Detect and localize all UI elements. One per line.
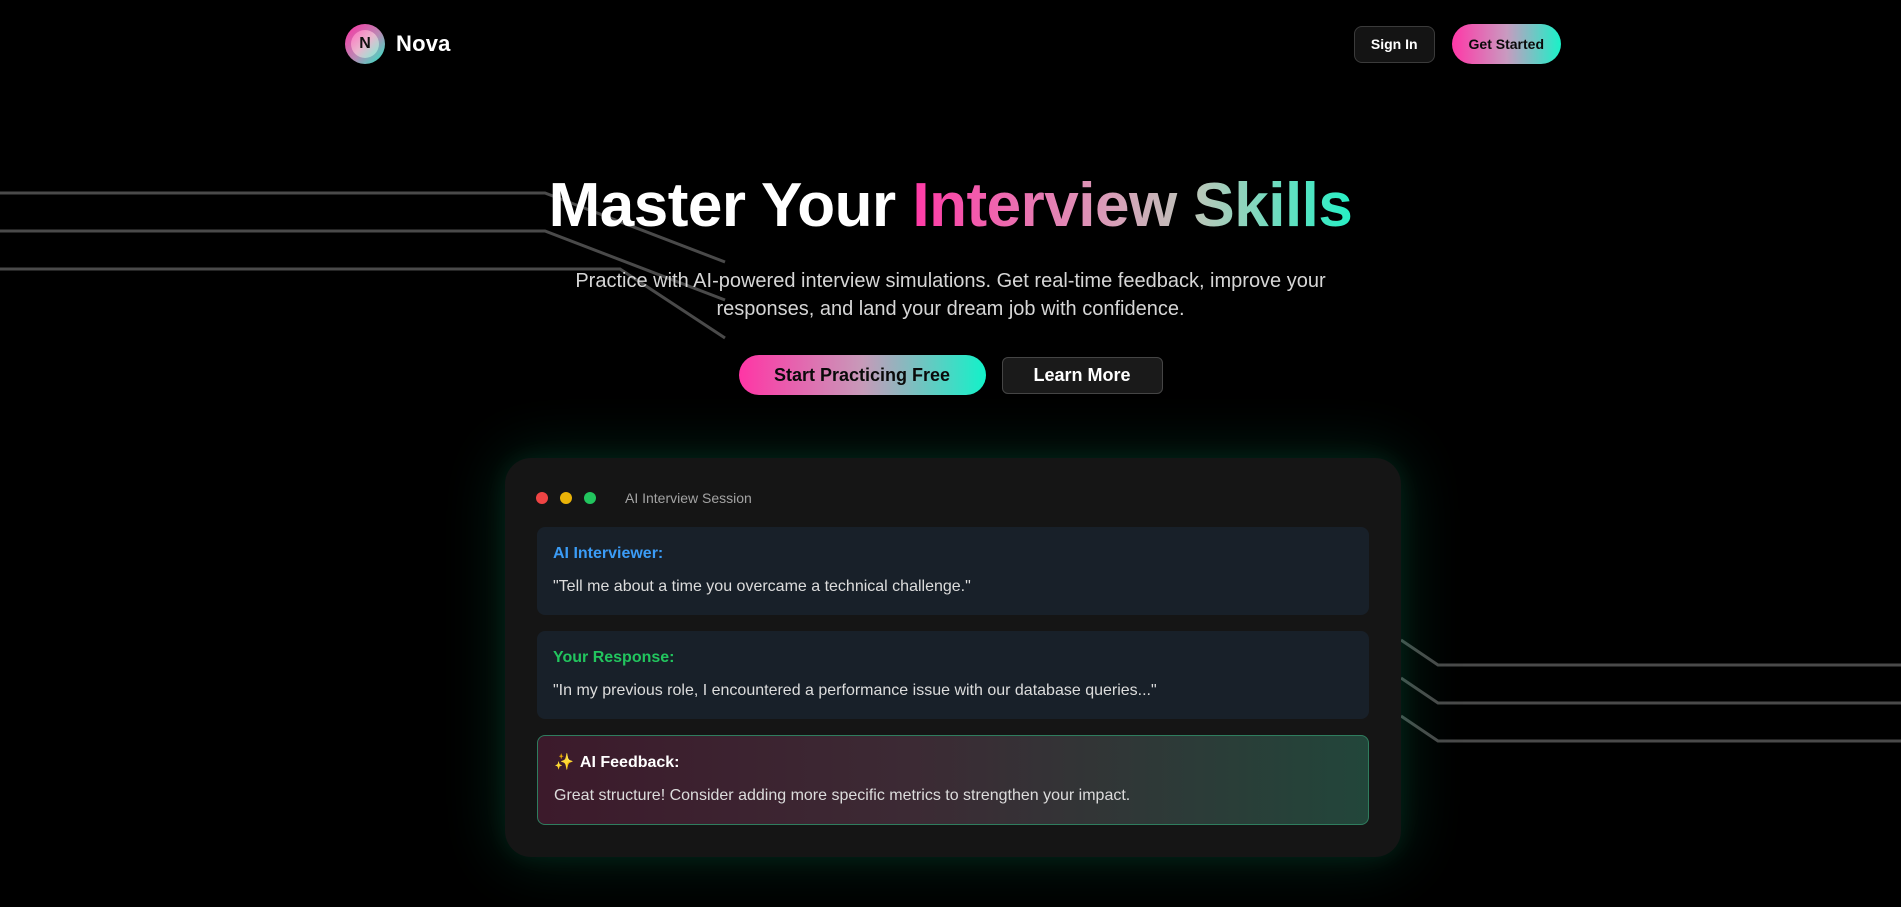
feedback-label: AI Feedback: [579, 754, 680, 771]
get-started-button[interactable]: Get Started [1451, 24, 1561, 64]
response-label: Your Response: [553, 649, 675, 666]
window-maximize-dot-icon [584, 492, 596, 504]
hero-cta-row: Start Practicing Free Learn More [0, 355, 1901, 395]
sparkles-icon: ✨ [554, 754, 574, 771]
feedback-label-row: ✨ AI Feedback: [554, 754, 1352, 772]
feedback-text: Great structure! Consider adding more sp… [554, 787, 1131, 804]
top-nav: N Nova Sign In Get Started [345, 24, 1561, 64]
nav-actions: Sign In Get Started [1353, 24, 1561, 64]
window-minimize-dot-icon [560, 492, 572, 504]
window-title-bar: AI Interview Session [536, 490, 752, 506]
window-close-dot-icon [536, 492, 548, 504]
interview-demo-window: AI Interview Session AI Interviewer: "Te… [505, 458, 1401, 857]
user-response-message: Your Response: "In my previous role, I e… [537, 631, 1369, 719]
brand-logo-link[interactable]: N Nova [345, 24, 451, 64]
hero-title-highlight: Interview Skills [912, 171, 1353, 240]
hero-subtitle: Practice with AI-powered interview simul… [575, 270, 1326, 320]
window-title: AI Interview Session [625, 490, 752, 506]
ai-feedback-message: ✨ AI Feedback: Great structure! Consider… [537, 735, 1369, 825]
response-text: "In my previous role, I encountered a pe… [553, 682, 1157, 699]
interviewer-label: AI Interviewer: [553, 545, 664, 562]
hero-title-plain: Master Your [548, 171, 913, 240]
sign-in-button[interactable]: Sign In [1353, 25, 1435, 63]
brand-name: Nova [396, 31, 451, 56]
interviewer-question: "Tell me about a time you overcame a tec… [553, 578, 971, 595]
logo-letter: N [359, 35, 371, 52]
start-practicing-button[interactable]: Start Practicing Free [738, 355, 986, 395]
hero-title: Master Your Interview Skills [0, 170, 1901, 242]
learn-more-button[interactable]: Learn More [1001, 357, 1163, 394]
interviewer-message: AI Interviewer: "Tell me about a time yo… [537, 527, 1369, 615]
logo-icon: N [345, 24, 385, 64]
